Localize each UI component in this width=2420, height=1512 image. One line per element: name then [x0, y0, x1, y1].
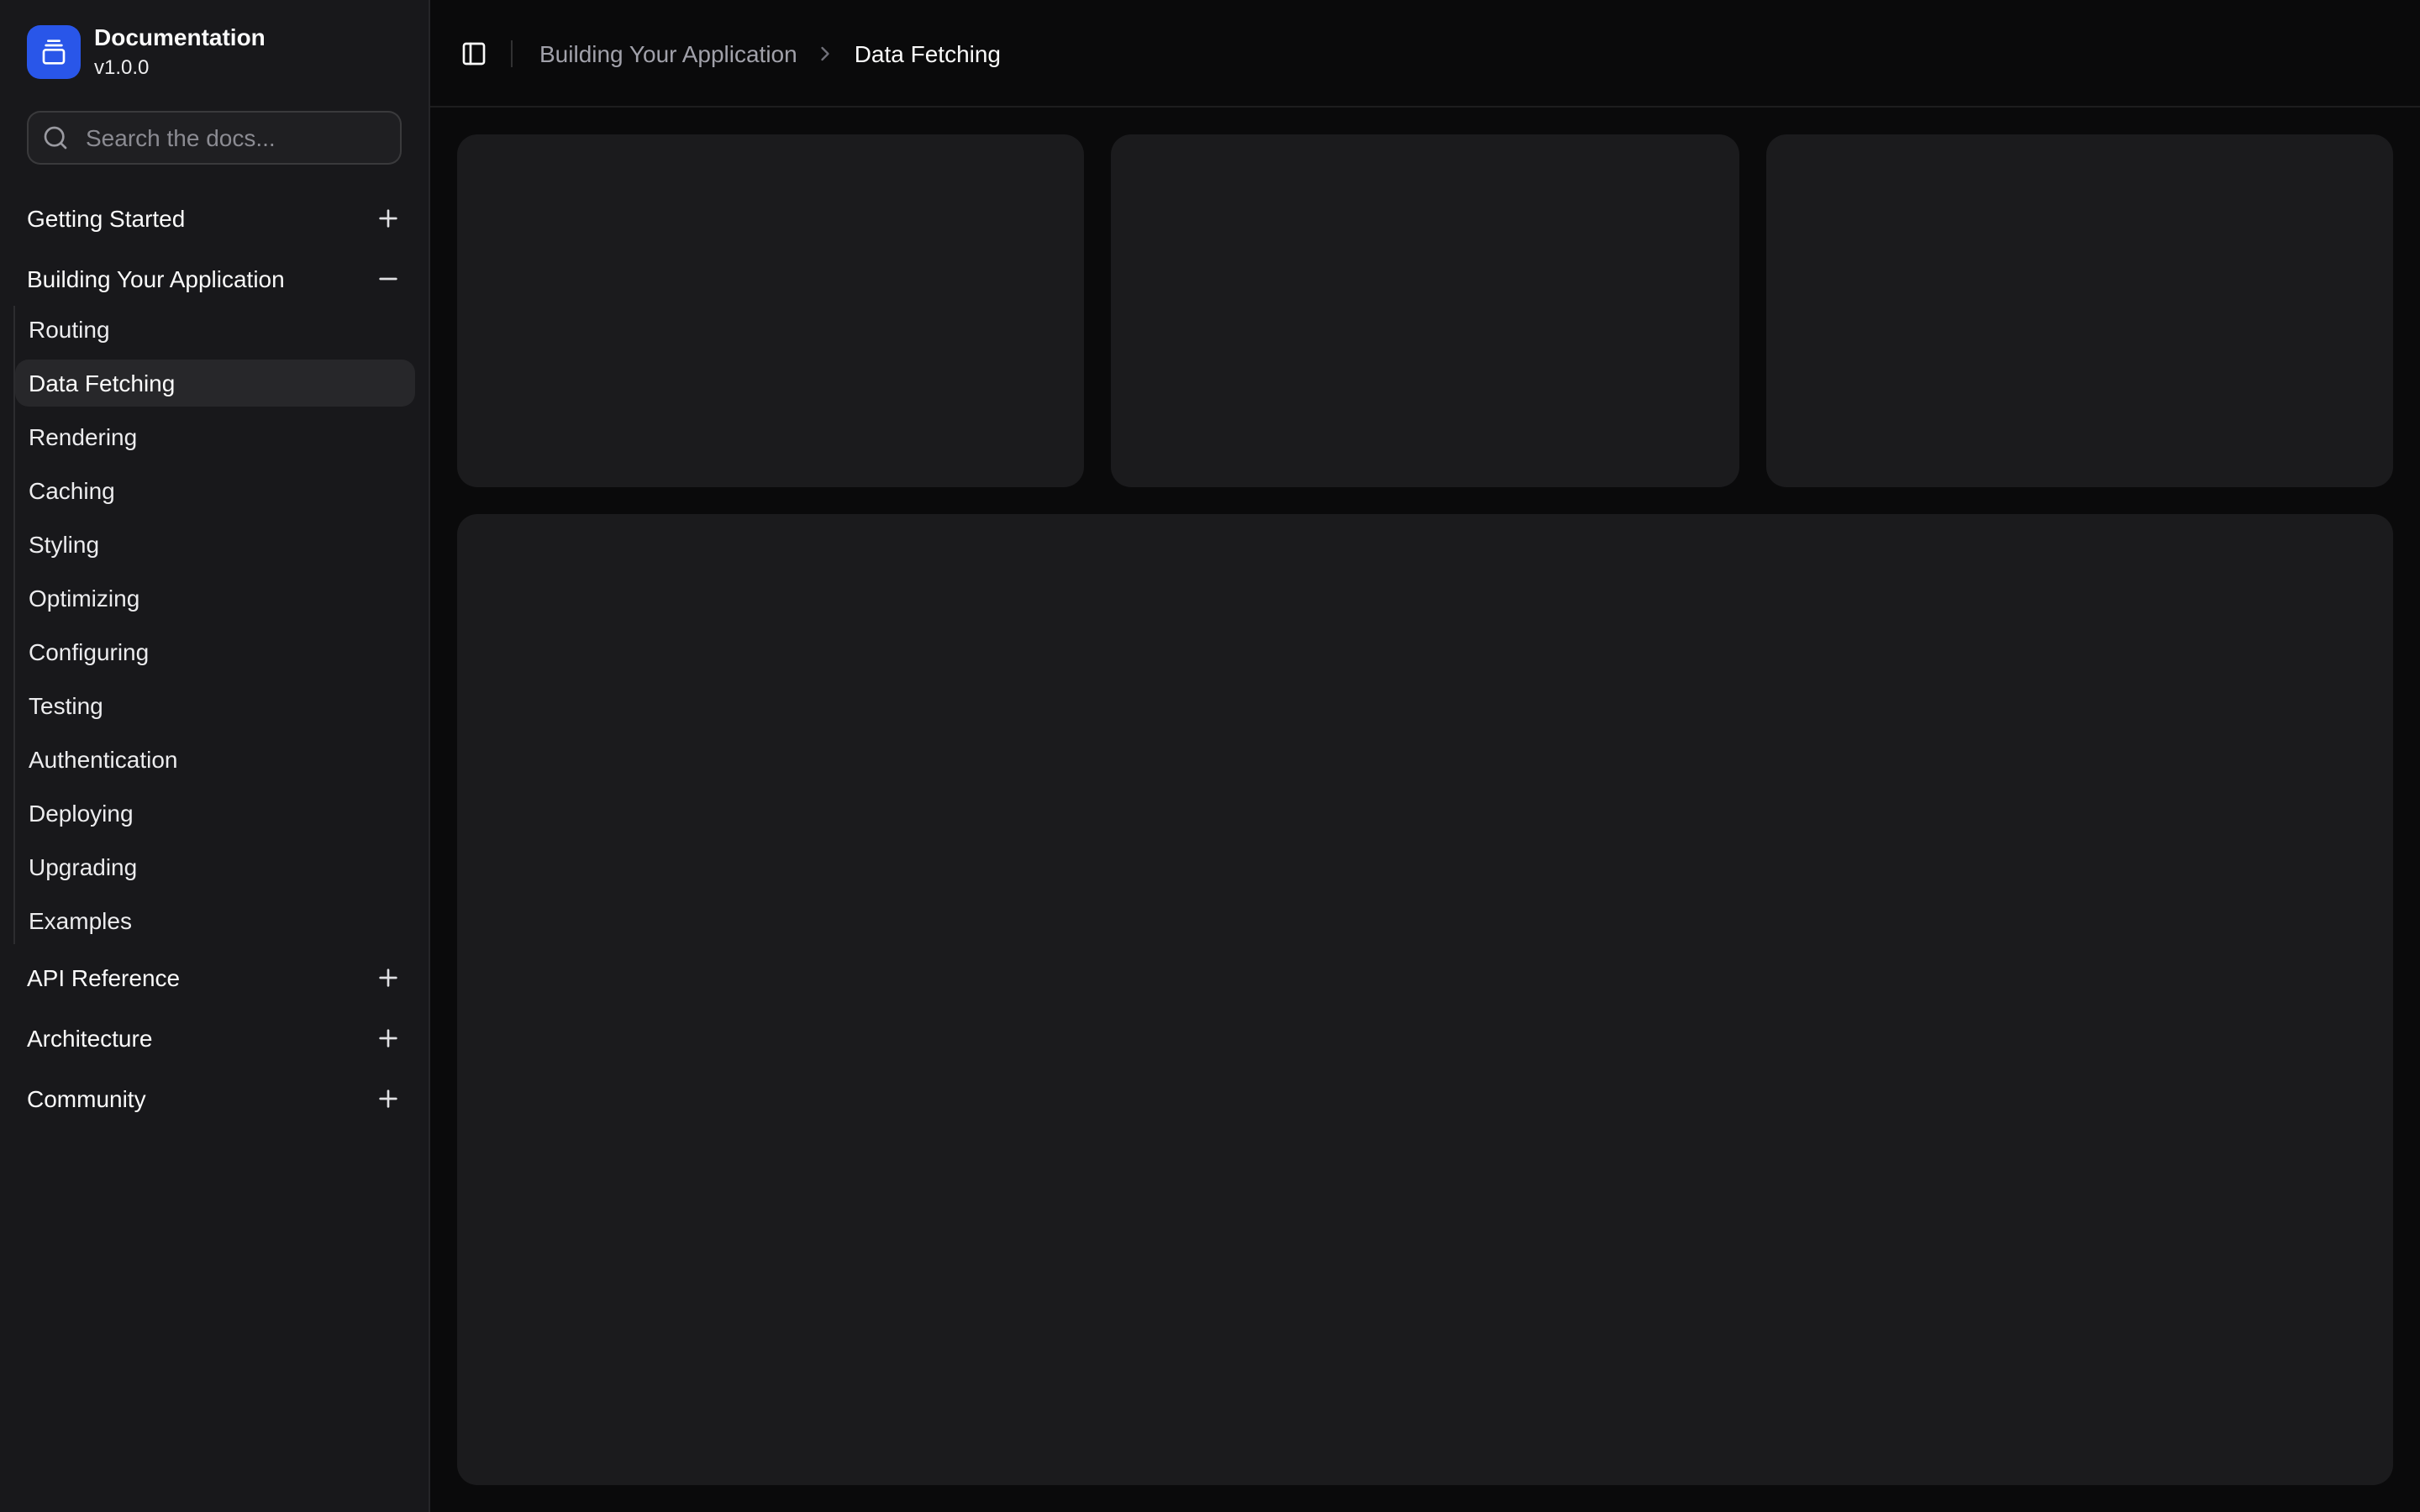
sidebar: Documentation v1.0.0 Getting Started Buil…	[0, 0, 430, 1512]
panel-left-icon	[460, 39, 487, 66]
sidebar-item-styling[interactable]: Styling	[15, 520, 415, 567]
sidebar-submenu-item: Caching	[15, 466, 415, 513]
sidebar-item-rendering[interactable]: Rendering	[15, 412, 415, 459]
search-input[interactable]	[27, 110, 402, 164]
sidebar-section-community[interactable]: Community	[13, 1071, 415, 1125]
sidebar-nav: Getting Started Building Your Application…	[0, 164, 429, 1512]
placeholder-card	[1112, 134, 1739, 487]
breadcrumb-current: Data Fetching	[855, 39, 1001, 66]
breadcrumb: Building Your Application Data Fetching	[526, 39, 1001, 66]
app-title: Documentation	[94, 24, 266, 53]
sidebar-submenu-item: Data Fetching	[15, 359, 415, 406]
sidebar-submenu-item: Testing	[15, 681, 415, 728]
sidebar-section-api-reference[interactable]: API Reference	[13, 950, 415, 1004]
sidebar-section: Community	[13, 1071, 415, 1125]
sidebar-submenu-item: Configuring	[15, 627, 415, 675]
placeholder-card	[457, 134, 1085, 487]
chevron-right-icon	[814, 41, 838, 65]
sidebar-item-authentication[interactable]: Authentication	[15, 735, 415, 782]
sidebar-submenu-item: Optimizing	[15, 574, 415, 621]
sidebar-section: Getting Started	[13, 191, 415, 244]
placeholder-panel	[457, 514, 2393, 1485]
sidebar-section: Building Your Application Routing Data Fet…	[13, 251, 415, 943]
plus-icon[interactable]	[375, 963, 402, 990]
sidebar-section-building-your-application[interactable]: Building Your Application	[13, 251, 415, 305]
sidebar-section: API Reference	[13, 950, 415, 1004]
main-area: Building Your Application Data Fetching	[430, 0, 2420, 1512]
sidebar-submenu-item: Examples	[15, 896, 415, 943]
sidebar-item-optimizing[interactable]: Optimizing	[15, 574, 415, 621]
sidebar-item-examples[interactable]: Examples	[15, 896, 415, 943]
sidebar-item-testing[interactable]: Testing	[15, 681, 415, 728]
plus-icon[interactable]	[375, 1024, 402, 1051]
sidebar-item-configuring[interactable]: Configuring	[15, 627, 415, 675]
header-separator	[511, 39, 513, 66]
app-identity: Documentation v1.0.0	[94, 24, 266, 80]
sidebar-submenu-item: Rendering	[15, 412, 415, 459]
sidebar-submenu-item: Authentication	[15, 735, 415, 782]
search-form	[27, 110, 402, 164]
placeholder-card-row	[457, 134, 2393, 487]
sidebar-section-getting-started[interactable]: Getting Started	[13, 191, 415, 244]
search-icon	[42, 123, 69, 150]
section-label: Getting Started	[27, 204, 185, 231]
sidebar-item-routing[interactable]: Routing	[15, 305, 415, 352]
app-window: Documentation v1.0.0 Getting Started Buil…	[0, 0, 2420, 1512]
gallery-vertical-end-icon	[40, 39, 67, 66]
placeholder-card	[1765, 134, 2393, 487]
sidebar-section: Architecture	[13, 1011, 415, 1064]
section-label: Community	[27, 1084, 146, 1111]
sidebar-submenu-item: Upgrading	[15, 843, 415, 890]
sidebar-submenu: Routing Data Fetching Rendering Caching Styl…	[13, 305, 415, 943]
workspace-header[interactable]: Documentation v1.0.0	[13, 13, 415, 90]
sidebar-item-deploying[interactable]: Deploying	[15, 789, 415, 836]
page-content	[430, 108, 2420, 1512]
section-label: Building Your Application	[27, 265, 285, 291]
page-header: Building Your Application Data Fetching	[430, 0, 2420, 108]
sidebar-header: Documentation v1.0.0	[0, 0, 429, 164]
section-label: API Reference	[27, 963, 180, 990]
sidebar-section-architecture[interactable]: Architecture	[13, 1011, 415, 1064]
minus-icon[interactable]	[375, 265, 402, 291]
app-logo	[27, 25, 81, 79]
sidebar-toggle-button[interactable]	[450, 29, 497, 76]
sidebar-item-upgrading[interactable]: Upgrading	[15, 843, 415, 890]
plus-icon[interactable]	[375, 204, 402, 231]
sidebar-item-data-fetching[interactable]: Data Fetching	[15, 359, 415, 406]
app-version: v1.0.0	[94, 55, 266, 80]
breadcrumb-parent-link[interactable]: Building Your Application	[539, 39, 797, 66]
sidebar-nav-list: Getting Started Building Your Application…	[13, 191, 415, 1125]
sidebar-item-caching[interactable]: Caching	[15, 466, 415, 513]
sidebar-submenu-item: Routing	[15, 305, 415, 352]
sidebar-submenu-item: Deploying	[15, 789, 415, 836]
sidebar-submenu-item: Styling	[15, 520, 415, 567]
section-label: Architecture	[27, 1024, 152, 1051]
plus-icon[interactable]	[375, 1084, 402, 1111]
